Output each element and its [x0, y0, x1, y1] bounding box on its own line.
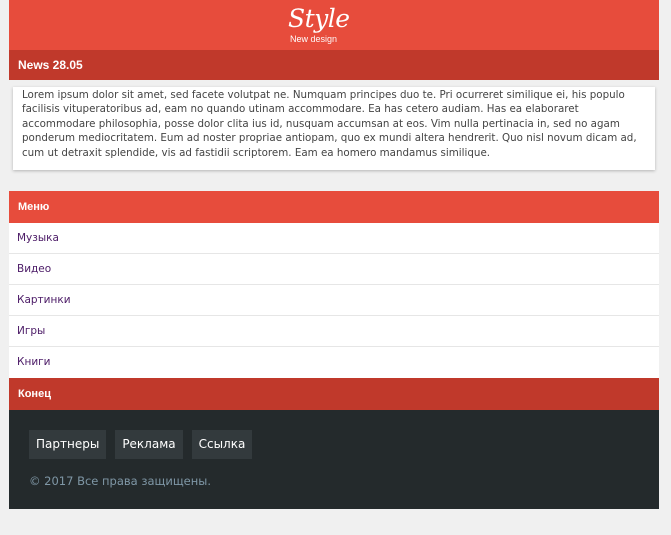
menu-end-title: Конец: [18, 388, 51, 400]
site-logo[interactable]: Style New design: [288, 4, 370, 46]
news-title: News 28.05: [18, 58, 83, 72]
footer-links: Партнеры Реклама Ссылка: [29, 430, 253, 459]
logo-subtitle-design: design: [310, 34, 338, 44]
logo-subtitle: New design: [290, 34, 337, 44]
news-article: Lorem ipsum dolor sit amet, sed facete v…: [13, 87, 655, 170]
news-body: Lorem ipsum dolor sit amet, sed facete v…: [22, 89, 637, 159]
menu-list: Музыка Видео Картинки Игры Книги: [9, 223, 659, 378]
menu-item-music[interactable]: Музыка: [9, 223, 659, 254]
menu-item-books[interactable]: Книги: [9, 347, 659, 378]
menu-item-video[interactable]: Видео: [9, 254, 659, 285]
menu-item-games[interactable]: Игры: [9, 316, 659, 347]
logo-subtitle-new: New: [290, 34, 309, 44]
page: Style New design News 28.05 Lorem ipsum …: [0, 0, 671, 535]
footer-link-partners[interactable]: Партнеры: [29, 430, 107, 459]
footer-link-advertising[interactable]: Реклама: [115, 430, 183, 459]
menu-end-bar: Конец: [9, 378, 659, 410]
footer-link-link[interactable]: Ссылка: [191, 430, 253, 459]
site-header: Style New design: [9, 0, 659, 50]
menu-item-pictures[interactable]: Картинки: [9, 285, 659, 316]
news-title-bar: News 28.05: [9, 50, 659, 80]
copyright-text: © 2017 Все права защищены.: [29, 474, 211, 488]
menu-title: Меню: [18, 201, 50, 213]
menu-title-bar: Меню: [9, 191, 659, 223]
site-footer: Партнеры Реклама Ссылка © 2017 Все права…: [9, 410, 659, 509]
logo-title: Style: [288, 4, 350, 33]
